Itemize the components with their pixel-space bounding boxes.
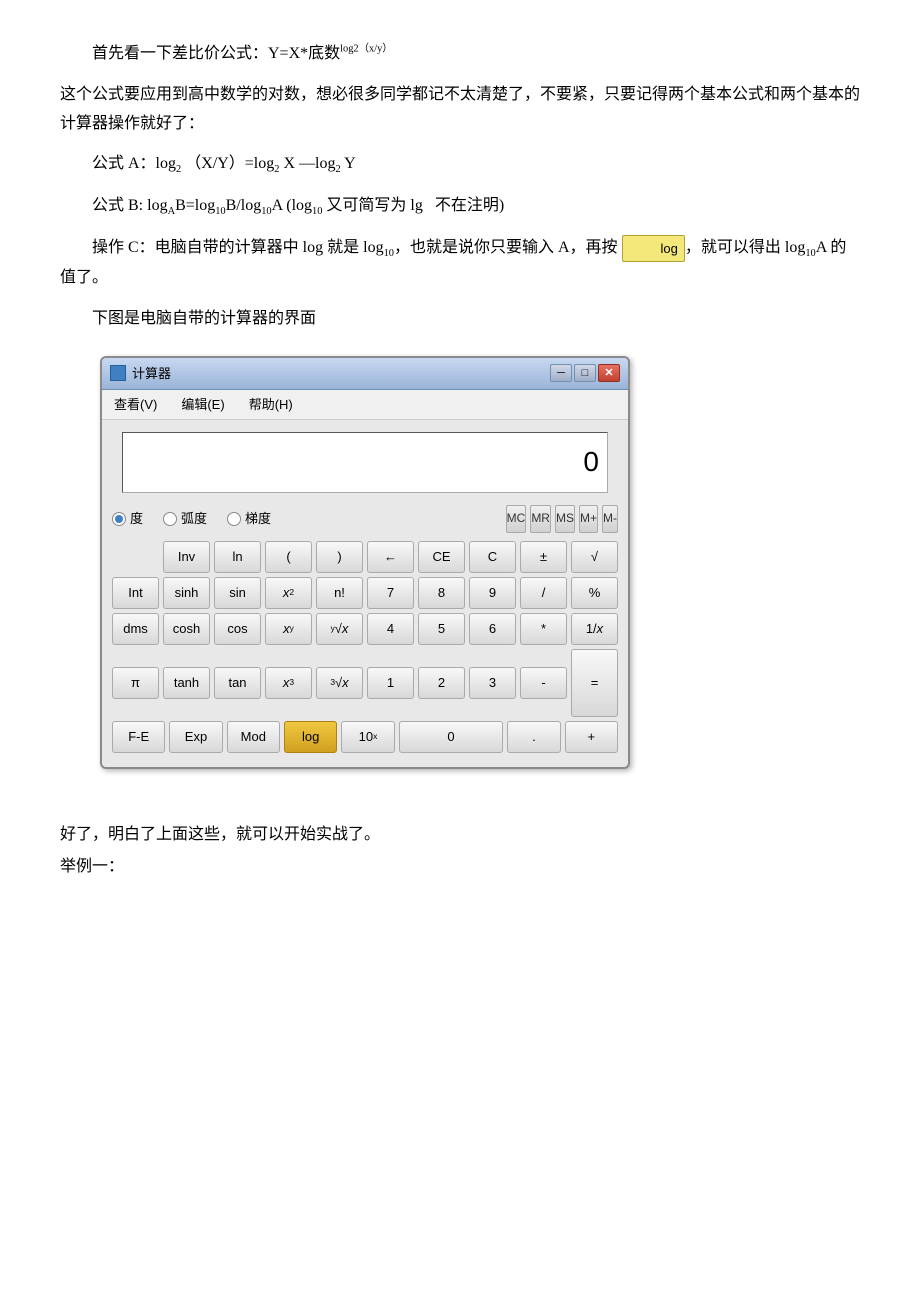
calc-title-buttons[interactable]: ─ □ ✕ [550, 364, 620, 382]
menu-view[interactable]: 查看(V) [110, 392, 161, 417]
radio-radian-circle[interactable] [163, 512, 177, 526]
operation-c: 操作 C：电脑自带的计算器中 log 就是 log10，也就是说你只要输入 A，… [60, 234, 860, 293]
calc-app-icon [110, 365, 126, 381]
menu-edit[interactable]: 编辑(E) [177, 392, 228, 417]
btn-c[interactable]: C [469, 541, 516, 573]
btn-minus[interactable]: - [520, 667, 567, 699]
btn-4[interactable]: 4 [367, 613, 414, 645]
btn-percent[interactable]: % [571, 577, 618, 609]
btn-close-paren[interactable]: ) [316, 541, 363, 573]
btn-mplus[interactable]: M+ [579, 505, 598, 533]
btn-backspace[interactable]: ← [367, 541, 414, 573]
btn-8[interactable]: 8 [418, 577, 465, 609]
btn-empty1 [112, 541, 159, 573]
log-button-inline: log [622, 235, 685, 262]
btn-3[interactable]: 3 [469, 667, 516, 699]
calculator-window: 计算器 ─ □ ✕ 查看(V) 编辑(E) 帮助(H) 0 [100, 356, 630, 769]
maximize-button[interactable]: □ [574, 364, 596, 382]
btn-cosh[interactable]: cosh [163, 613, 210, 645]
btn-ms[interactable]: MS [555, 505, 575, 533]
menu-help[interactable]: 帮助(H) [245, 392, 297, 417]
radio-gradient-circle[interactable] [227, 512, 241, 526]
btn-mr[interactable]: MR [530, 505, 551, 533]
btn-5[interactable]: 5 [418, 613, 465, 645]
conclusion-block: 好了，明白了上面这些，就可以开始实战了。 举例一： [60, 819, 860, 883]
formula-a: 公式 A：log2 （X/Y）=log2 X —log2 Y [60, 150, 860, 180]
diagram-label: 下图是电脑自带的计算器的界面 [60, 305, 860, 334]
calc-title-text: 计算器 [132, 362, 171, 385]
btn-nfact[interactable]: n! [316, 577, 363, 609]
minimize-button[interactable]: ─ [550, 364, 572, 382]
btn-0[interactable]: 0 [399, 721, 504, 753]
btn-open-paren[interactable]: ( [265, 541, 312, 573]
btn-xcube[interactable]: x3 [265, 667, 312, 699]
btn-dot[interactable]: . [507, 721, 560, 753]
btn-mod[interactable]: Mod [227, 721, 280, 753]
radio-degree-circle[interactable] [112, 512, 126, 526]
calc-body: 0 度 弧度 梯度 [102, 420, 628, 766]
btn-pi[interactable]: π [112, 667, 159, 699]
btn-dms[interactable]: dms [112, 613, 159, 645]
intro-line1: 首先看一下差比价公式：Y=X*底数log2（x/y） [60, 40, 860, 69]
btn-inv[interactable]: Inv [163, 541, 210, 573]
btn-2[interactable]: 2 [418, 667, 465, 699]
btn-sqrt[interactable]: √ [571, 541, 618, 573]
formula-b: 公式 B: logAB=log10B/log10A (log10 又可简写为 l… [60, 192, 860, 222]
btn-divide[interactable]: / [520, 577, 567, 609]
btn-int[interactable]: Int [112, 577, 159, 609]
btn-cuberoot[interactable]: 3√x [316, 667, 363, 699]
calc-titlebar: 计算器 ─ □ ✕ [102, 358, 628, 390]
btn-sinh[interactable]: sinh [163, 577, 210, 609]
calc-title-left: 计算器 [110, 362, 171, 385]
btn-xy[interactable]: xy [265, 613, 312, 645]
btn-ce[interactable]: CE [418, 541, 465, 573]
btn-reciprocal[interactable]: 1/x [571, 613, 618, 645]
btn-7[interactable]: 7 [367, 577, 414, 609]
calc-row-4: π tanh tan x3 3√x 1 2 3 - = [112, 649, 618, 717]
intro-line2: 这个公式要应用到高中数学的对数，想必很多同学都记不太清楚了，不要紧，只要记得两个… [60, 81, 860, 139]
radio-radian[interactable]: 弧度 [163, 507, 207, 530]
btn-plusminus[interactable]: ± [520, 541, 567, 573]
close-button[interactable]: ✕ [598, 364, 620, 382]
page-content: 首先看一下差比价公式：Y=X*底数log2（x/y） 这个公式要应用到高中数学的… [60, 40, 860, 883]
calc-display: 0 [122, 432, 608, 492]
btn-sin[interactable]: sin [214, 577, 261, 609]
btn-log[interactable]: log [284, 721, 337, 753]
calc-row-1: Inv ln ( ) ← CE C ± √ [112, 541, 618, 573]
btn-1[interactable]: 1 [367, 667, 414, 699]
btn-9[interactable]: 9 [469, 577, 516, 609]
calc-radio-row: 度 弧度 梯度 MC MR MS M+ [112, 501, 618, 537]
radio-gradient[interactable]: 梯度 [227, 507, 271, 530]
btn-10x[interactable]: 10x [341, 721, 394, 753]
conclusion-1: 好了，明白了上面这些，就可以开始实战了。 [60, 819, 860, 851]
btn-tanh[interactable]: tanh [163, 667, 210, 699]
conclusion-2: 举例一： [60, 851, 860, 883]
calc-row-3: dms cosh cos xy y√x 4 5 6 * 1/x [112, 613, 618, 645]
btn-6[interactable]: 6 [469, 613, 516, 645]
btn-ln[interactable]: ln [214, 541, 261, 573]
calc-row-5: F-E Exp Mod log 10x 0 . + [112, 721, 618, 753]
btn-mc[interactable]: MC [506, 505, 527, 533]
btn-plus[interactable]: + [565, 721, 618, 753]
btn-mminus[interactable]: M- [602, 505, 618, 533]
calc-row-2: Int sinh sin x2 n! 7 8 9 / % [112, 577, 618, 609]
btn-tan[interactable]: tan [214, 667, 261, 699]
radio-degree[interactable]: 度 [112, 507, 143, 530]
btn-fe[interactable]: F-E [112, 721, 165, 753]
btn-xsq[interactable]: x2 [265, 577, 312, 609]
btn-cos[interactable]: cos [214, 613, 261, 645]
btn-multiply[interactable]: * [520, 613, 567, 645]
btn-yrootx[interactable]: y√x [316, 613, 363, 645]
calc-menubar: 查看(V) 编辑(E) 帮助(H) [102, 390, 628, 420]
calculator-wrapper: 计算器 ─ □ ✕ 查看(V) 编辑(E) 帮助(H) 0 [100, 356, 630, 769]
btn-equals[interactable]: = [571, 649, 618, 717]
btn-exp[interactable]: Exp [169, 721, 222, 753]
